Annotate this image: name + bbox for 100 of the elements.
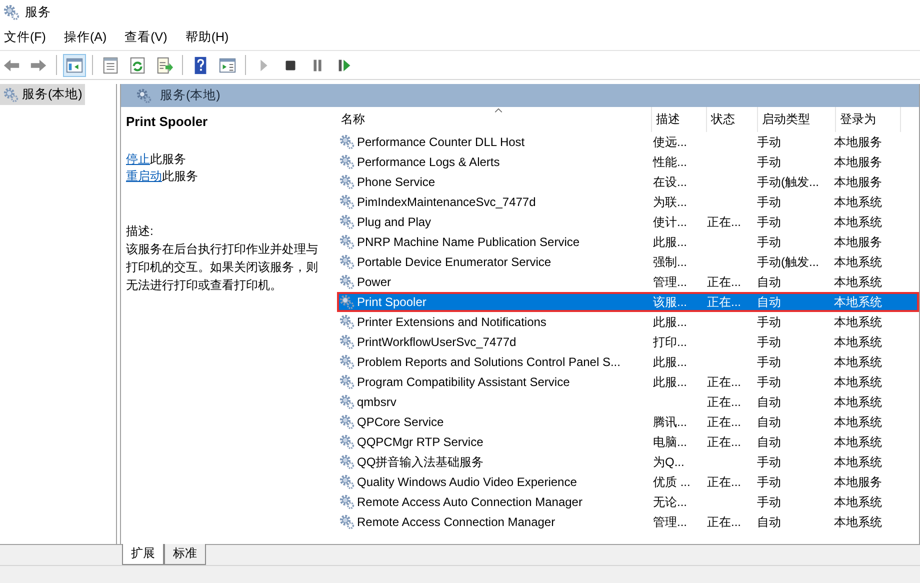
gear-icon: [339, 294, 355, 310]
table-cell: QQPCMgr RTP Service: [357, 435, 484, 449]
service-row[interactable]: Power 管理... 正在... 自动 本地系统: [337, 272, 919, 292]
tree-item[interactable]: 服务(本地): [0, 84, 86, 105]
gear-icon: [339, 214, 355, 230]
table-cell: qmbsrv: [357, 395, 396, 409]
table-cell: 管理...: [653, 514, 688, 530]
table-cell: 正在...: [707, 274, 742, 290]
table-cell: 本地系统: [834, 254, 882, 270]
column-header[interactable]: 描述: [652, 107, 707, 132]
gear-icon: [339, 174, 355, 190]
service-row[interactable]: Plug and Play 使计... 正在... 手动 本地系统: [337, 212, 919, 232]
gear-icon: [339, 354, 355, 370]
table-cell: 电脑...: [653, 434, 688, 450]
table-cell: 正在...: [707, 214, 742, 230]
column-header[interactable]: 启动类型: [758, 107, 836, 132]
gear-icon: [339, 234, 355, 250]
description-label: 描述:: [126, 223, 154, 240]
table-cell: 腾讯...: [653, 414, 688, 430]
service-row[interactable]: PrintWorkflowUserSvc_7477d 打印... 手动 本地系统: [337, 332, 919, 352]
table-cell: Performance Logs & Alerts: [357, 155, 500, 169]
table-cell: Remote Access Auto Connection Manager: [357, 495, 582, 509]
table-cell: 手动: [757, 154, 781, 170]
service-row[interactable]: PNRP Machine Name Publication Service 此服... 手动 本地服务: [337, 232, 919, 252]
gear-icon: [136, 88, 152, 104]
service-row[interactable]: Remote Access Connection Manager 管理... 正在... 自动 本地系统: [337, 512, 919, 532]
action-link[interactable]: 停止: [126, 152, 150, 166]
table-cell: 本地服务: [834, 174, 882, 190]
tree-tool-icon[interactable]: [63, 54, 86, 76]
service-row[interactable]: QPCore Service 腾讯... 正在... 自动 本地系统: [337, 412, 919, 432]
service-row[interactable]: Problem Reports and Solutions Control Panel S... 此服... 手动 本地系统: [337, 352, 919, 372]
table-cell: Plug and Play: [357, 215, 432, 229]
table-cell: Power: [357, 275, 392, 289]
service-row[interactable]: QQPCMgr RTP Service 电脑... 正在... 自动 本地系统: [337, 432, 919, 452]
table-cell: 为联...: [653, 194, 688, 210]
column-header[interactable]: 登录为: [836, 107, 901, 132]
table-cell: Performance Counter DLL Host: [357, 135, 525, 149]
service-row[interactable]: Program Compatibility Assistant Service 此服... 正在... 手动 本地系统: [337, 372, 919, 392]
table-cell: 打印...: [653, 334, 688, 350]
description-text: 该服务在后台执行打印作业并处理与打印机的交互。如果关闭该服务，则无法进行打印或查看打印机。: [126, 241, 319, 294]
table-cell: 本地服务: [834, 134, 882, 150]
table-cell: Problem Reports and Solutions Control Panel S...: [357, 355, 620, 369]
table-cell: Printer Extensions and Notifications: [357, 315, 546, 329]
table-cell: 正在...: [707, 474, 742, 490]
menu-item[interactable]: 查看(V): [124, 28, 168, 46]
table-cell: 此服...: [653, 354, 688, 370]
gear-icon: [339, 274, 355, 290]
view-tab[interactable]: 标准: [164, 544, 206, 565]
table-cell: 手动: [757, 334, 781, 350]
gear-icon: [3, 86, 19, 102]
column-header[interactable]: 状态: [707, 107, 758, 132]
view-tab[interactable]: 扩展: [122, 544, 164, 565]
table-cell: 本地系统: [834, 314, 882, 330]
table-cell: QQ拼音输入法基础服务: [357, 454, 484, 470]
table-cell: 性能...: [653, 154, 688, 170]
table-cell: 手动(触发...: [757, 174, 819, 190]
service-row[interactable]: Performance Logs & Alerts 性能... 手动 本地服务: [337, 152, 919, 172]
menu-item[interactable]: 帮助(H): [185, 28, 229, 46]
gear-icon: [339, 334, 355, 350]
service-row[interactable]: Quality Windows Audio Video Experience 优质 ... 正在... 手动 本地服务: [337, 472, 919, 492]
table-cell: 该服...: [653, 294, 688, 310]
table-cell: 自动: [757, 514, 781, 530]
gear-icon: [339, 134, 355, 150]
table-cell: Portable Device Enumerator Service: [357, 255, 552, 269]
menu-item[interactable]: 文件(F): [4, 28, 46, 46]
table-cell: 此服...: [653, 374, 688, 390]
table-cell: 正在...: [707, 414, 742, 430]
panel-title: 服务(本地): [160, 87, 220, 104]
table-cell: 为Q...: [653, 454, 684, 470]
action-text: 此服务: [150, 152, 186, 166]
table-cell: 正在...: [707, 294, 742, 310]
table-cell: 本地系统: [834, 494, 882, 510]
service-row[interactable]: qmbsrv 正在... 自动 本地系统: [337, 392, 919, 412]
table-cell: 无论...: [653, 494, 688, 510]
service-row[interactable]: PimIndexMaintenanceSvc_7477d 为联... 手动 本地系统: [337, 192, 919, 212]
gear-icon: [339, 394, 355, 410]
table-cell: 管理...: [653, 274, 688, 290]
table-cell: 自动: [757, 414, 781, 430]
table-cell: 本地系统: [834, 354, 882, 370]
table-cell: 本地系统: [834, 394, 882, 410]
service-row[interactable]: Print Spooler 该服... 正在... 自动 本地系统: [337, 292, 919, 312]
action-link[interactable]: 重启动: [126, 169, 162, 183]
table-cell: 自动: [757, 434, 781, 450]
table-cell: 本地服务: [834, 474, 882, 490]
service-row[interactable]: Performance Counter DLL Host 使远... 手动 本地服务: [337, 132, 919, 152]
table-cell: 本地系统: [834, 214, 882, 230]
table-cell: 正在...: [707, 434, 742, 450]
service-row[interactable]: Printer Extensions and Notifications 此服... 手动 本地系统: [337, 312, 919, 332]
service-row[interactable]: QQ拼音输入法基础服务 为Q... 手动 本地系统: [337, 452, 919, 472]
service-row[interactable]: Phone Service 在设... 手动(触发... 本地服务: [337, 172, 919, 192]
table-cell: 本地系统: [834, 274, 882, 290]
service-row[interactable]: Portable Device Enumerator Service 强制... 手动(触发... 本地系统: [337, 252, 919, 272]
sort-caret-icon: [494, 108, 503, 113]
table-cell: 自动: [757, 274, 781, 290]
gear-icon: [339, 454, 355, 470]
service-row[interactable]: Remote Access Auto Connection Manager 无论... 手动 本地系统: [337, 492, 919, 512]
menu-item[interactable]: 操作(A): [64, 28, 107, 46]
gear-icon: [339, 314, 355, 330]
column-header[interactable]: 名称: [337, 107, 652, 132]
table-cell: 本地系统: [834, 334, 882, 350]
